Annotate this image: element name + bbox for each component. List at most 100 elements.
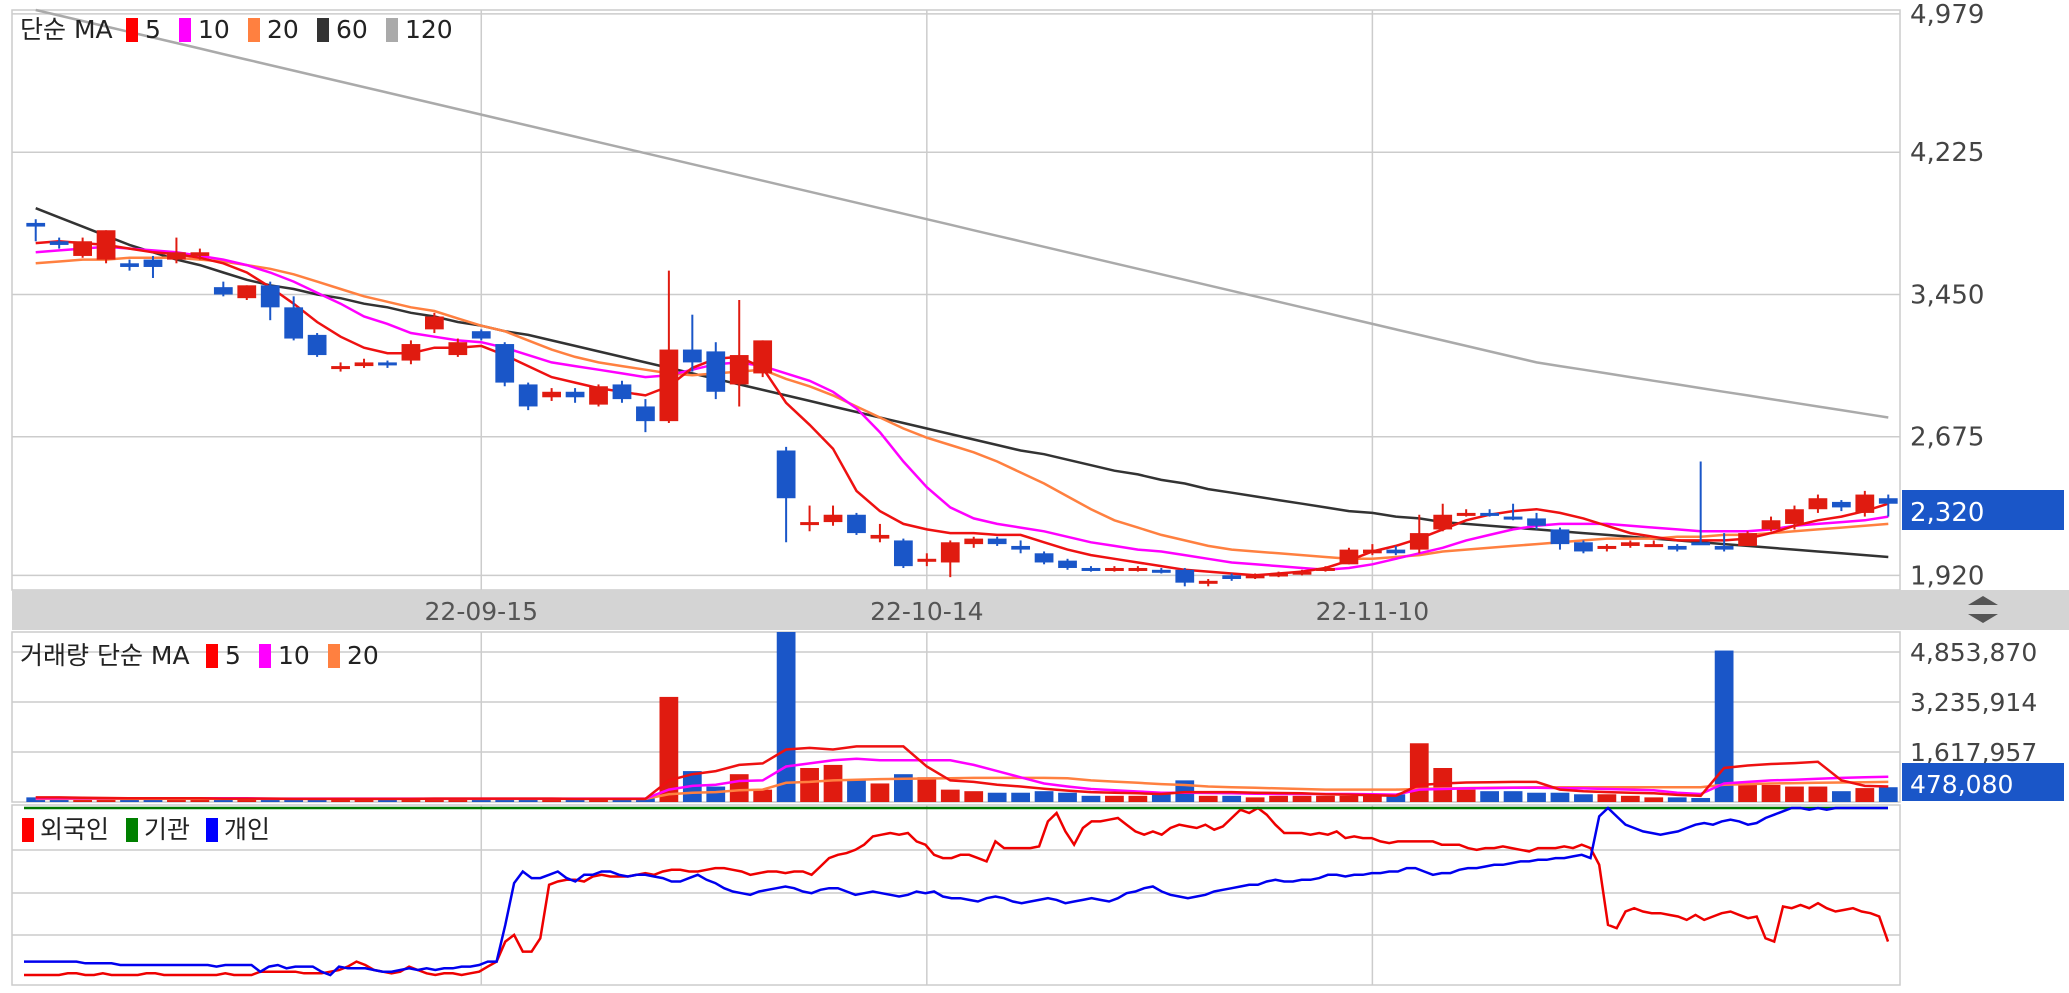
price-legend-label: 20 (267, 15, 299, 44)
volume-bar (1620, 795, 1640, 802)
candle-body (237, 285, 257, 299)
current-volume-text: 478,080 (1910, 770, 2013, 799)
candle-body (1081, 567, 1101, 571)
candle-body (1151, 569, 1171, 573)
price-plot-area (11, 9, 1901, 591)
candle-body (1362, 549, 1382, 554)
candle-body (729, 355, 749, 385)
candle-body (1409, 533, 1429, 550)
investor-legend-label: 기관 (144, 815, 190, 844)
volume-bar (1409, 743, 1429, 802)
volume-bar (1480, 791, 1500, 802)
volume-bar (847, 780, 866, 802)
candle-body (823, 514, 843, 523)
volume-bar (823, 764, 843, 802)
candle-body (542, 391, 562, 398)
legend-swatch (179, 18, 191, 42)
candle-body (284, 307, 304, 339)
volume-bar (940, 789, 960, 802)
candle-body (565, 391, 585, 398)
candle-body (1456, 512, 1476, 516)
candle-body (1503, 516, 1523, 520)
candle-body (26, 222, 46, 227)
candle-body (1433, 514, 1453, 530)
candle-body (1245, 575, 1265, 579)
candle-body (1574, 542, 1593, 552)
candle-body (753, 340, 773, 374)
candle-body (471, 331, 491, 339)
volume-bar (776, 632, 796, 802)
candle-body (49, 241, 69, 245)
candle-body (1034, 553, 1054, 563)
volume-bar (1269, 795, 1288, 802)
volume-bar (870, 783, 890, 802)
volume-legend-label: 20 (347, 641, 379, 670)
candle-body (1785, 509, 1804, 524)
price-legend-label: 120 (405, 15, 453, 44)
volume-bar (964, 791, 984, 802)
candle-body (800, 522, 819, 526)
candle-body (401, 344, 421, 361)
volume-bar (1738, 785, 1757, 802)
candle-body (1011, 545, 1031, 550)
price-tick-label: 1,920 (1910, 561, 1984, 591)
legend-swatch (206, 644, 218, 668)
candle-body (354, 362, 374, 367)
price-tick-label: 4,979 (1910, 0, 1984, 30)
legend-swatch (317, 18, 329, 42)
candle-body (682, 349, 702, 363)
volume-bar (1574, 794, 1593, 802)
investor-panel: 외국인 기관 개인 (11, 804, 1901, 986)
volume-bar (1714, 650, 1734, 802)
volume-bar (917, 777, 937, 802)
legend-swatch (126, 18, 138, 42)
volume-bar (1292, 795, 1312, 802)
date-band-background (12, 590, 2069, 630)
volume-bar (1362, 795, 1382, 802)
candle-body (1644, 544, 1664, 548)
date-tick-label: 22-10-14 (870, 597, 983, 626)
candle-body (1550, 529, 1570, 545)
candle-body (1738, 533, 1757, 546)
volume-legend-label: 10 (278, 641, 310, 670)
candle-body (1058, 560, 1077, 568)
date-axis-band: 22-09-15 22-10-14 22-11-10 (12, 590, 2069, 630)
candle-body (1855, 494, 1875, 513)
candle-body (495, 344, 515, 383)
candle-body (847, 514, 866, 534)
candle-body (1714, 545, 1734, 550)
volume-tick-label: 4,853,870 (1910, 638, 2037, 667)
volume-bar (729, 774, 749, 802)
candle-body (331, 366, 350, 370)
candle-body (940, 542, 960, 563)
volume-bar (1245, 797, 1265, 802)
price-tick-label: 3,450 (1910, 280, 1984, 310)
volume-bar (706, 786, 726, 802)
investor-legend-label: 외국인 (40, 815, 109, 844)
candle-body (964, 538, 984, 545)
volume-bar (800, 768, 819, 802)
investor-legend: 외국인 기관 개인 (22, 815, 270, 844)
candle-body (1386, 549, 1406, 554)
volume-bar (987, 792, 1007, 802)
candle-body (636, 406, 655, 422)
price-tick-label: 2,675 (1910, 423, 1984, 453)
volume-bar (1058, 792, 1077, 802)
legend-swatch (248, 18, 260, 42)
price-legend-label: 10 (198, 15, 230, 44)
volume-bar (1597, 794, 1617, 802)
volume-bar (1198, 795, 1218, 802)
legend-swatch (328, 644, 340, 668)
volume-bar (1503, 791, 1523, 802)
legend-swatch (206, 818, 218, 842)
legend-swatch (386, 18, 398, 42)
candle-body (1480, 512, 1500, 516)
candle-body (518, 384, 538, 407)
legend-swatch (22, 818, 34, 842)
candle-body (448, 342, 468, 356)
volume-bar (1808, 786, 1828, 802)
volume-bar (1550, 792, 1570, 802)
volume-bar (1456, 789, 1476, 802)
candle-body (96, 230, 116, 260)
volume-bar (1034, 791, 1054, 802)
